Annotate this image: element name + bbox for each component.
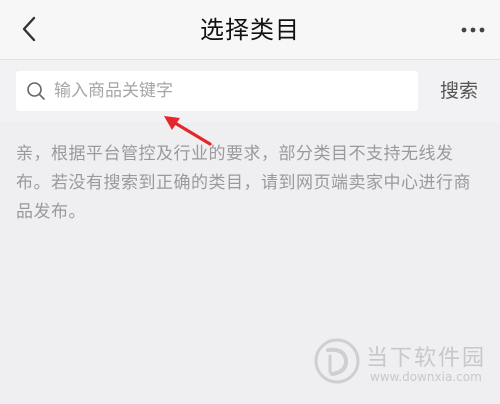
- more-horizontal-icon: [461, 27, 485, 33]
- search-input[interactable]: [54, 71, 404, 111]
- category-notice-text: 亲，根据平台管控及行业的要求，部分类目不支持无线发布。若没有搜索到正确的类目，请…: [16, 144, 471, 222]
- watermark-url: www.downxia.com: [370, 370, 482, 384]
- watermark: 当下软件园 www.downxia.com: [312, 338, 492, 398]
- page-title: 选择类目: [200, 16, 300, 44]
- top-nav-bar: 选择类目: [0, 0, 500, 60]
- search-box[interactable]: [16, 71, 418, 111]
- more-button[interactable]: [458, 18, 488, 42]
- search-bar: 搜索: [0, 60, 500, 122]
- search-button[interactable]: 搜索: [426, 71, 492, 111]
- watermark-logo-icon: [314, 338, 360, 384]
- search-icon: [27, 82, 45, 100]
- watermark-name: 当下软件园: [366, 346, 487, 371]
